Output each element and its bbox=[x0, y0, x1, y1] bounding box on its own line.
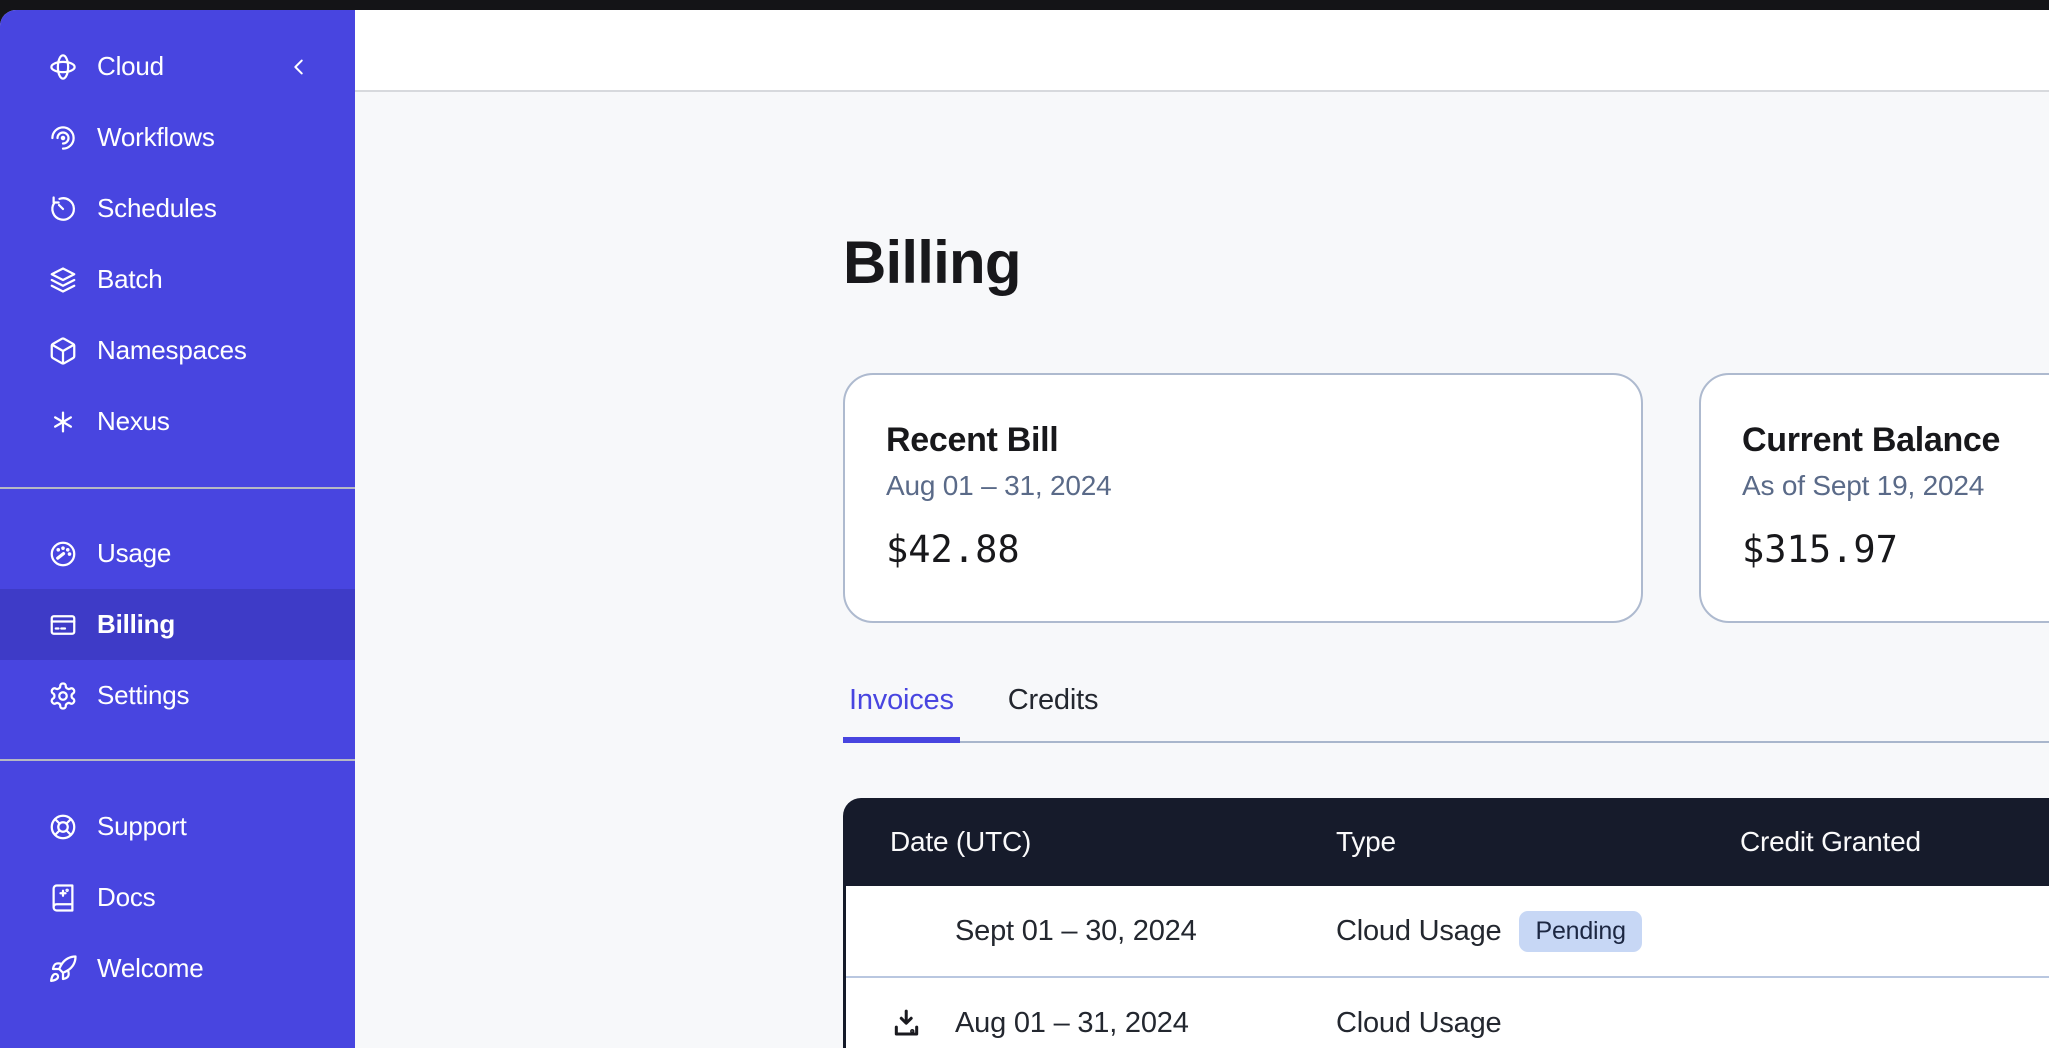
column-header-type: Type bbox=[1336, 826, 1740, 858]
sidebar-item-label: Schedules bbox=[97, 193, 217, 224]
download-slot bbox=[890, 1007, 955, 1040]
sidebar-item-schedules[interactable]: Schedules bbox=[0, 173, 355, 244]
card-subtitle: Aug 01 – 31, 2024 bbox=[886, 470, 1600, 502]
sidebar-item-welcome[interactable]: Welcome bbox=[0, 933, 355, 1004]
sidebar-item-label: Support bbox=[97, 811, 187, 842]
docs-icon bbox=[48, 883, 78, 913]
nexus-icon bbox=[48, 407, 78, 437]
tab-invoices[interactable]: Invoices bbox=[843, 686, 960, 743]
billing-tabs: Invoices Credits bbox=[843, 686, 2049, 743]
sidebar-divider bbox=[0, 759, 355, 761]
billing-content: Billing Recent Bill Aug 01 – 31, 2024 $4… bbox=[355, 92, 2049, 1048]
welcome-icon bbox=[48, 954, 78, 984]
sidebar-item-namespaces[interactable]: Namespaces bbox=[0, 315, 355, 386]
sidebar-item-label: Settings bbox=[97, 680, 189, 711]
table-row: Aug 01 – 31, 2024 Cloud Usage bbox=[846, 978, 2049, 1048]
card-subtitle: As of Sept 19, 2024 bbox=[1742, 470, 2049, 502]
main-area: Billing Recent Bill Aug 01 – 31, 2024 $4… bbox=[355, 10, 2049, 1048]
sidebar-item-workflows[interactable]: Workflows bbox=[0, 102, 355, 173]
current-balance-card: Current Balance As of Sept 19, 2024 $315… bbox=[1699, 373, 2049, 623]
settings-icon bbox=[48, 681, 78, 711]
top-header-bar bbox=[355, 10, 2049, 92]
invoice-type-cell: Cloud Usage Pending bbox=[1336, 911, 1740, 952]
sidebar-item-label: Workflows bbox=[97, 122, 215, 153]
sidebar-item-label: Batch bbox=[97, 264, 163, 295]
invoice-date: Aug 01 – 31, 2024 bbox=[955, 1007, 1189, 1040]
workflows-icon bbox=[48, 123, 78, 153]
sidebar: Cloud Workflows bbox=[0, 10, 355, 1048]
billing-icon bbox=[48, 610, 78, 640]
sidebar-item-label: Docs bbox=[97, 882, 155, 913]
batch-icon bbox=[48, 265, 78, 295]
table-row: Sept 01 – 30, 2024 Cloud Usage Pending bbox=[846, 886, 2049, 978]
sidebar-item-nexus[interactable]: Nexus bbox=[0, 386, 355, 457]
card-title: Current Balance bbox=[1742, 421, 2049, 460]
download-invoice-icon[interactable] bbox=[890, 1007, 923, 1040]
card-amount: $315.97 bbox=[1742, 528, 2049, 571]
sidebar-item-support[interactable]: Support bbox=[0, 791, 355, 862]
recent-bill-card: Recent Bill Aug 01 – 31, 2024 $42.88 bbox=[843, 373, 1643, 623]
column-header-date: Date (UTC) bbox=[843, 826, 1336, 858]
page-title: Billing bbox=[843, 228, 2049, 297]
sidebar-item-label: Namespaces bbox=[97, 335, 247, 366]
tab-credits[interactable]: Credits bbox=[1002, 686, 1104, 743]
invoice-type: Cloud Usage bbox=[1336, 915, 1501, 948]
sidebar-item-label: Welcome bbox=[97, 953, 204, 984]
schedules-icon bbox=[48, 194, 78, 224]
usage-icon bbox=[48, 539, 78, 569]
column-header-credit-granted: Credit Granted bbox=[1740, 826, 2049, 858]
sidebar-item-docs[interactable]: Docs bbox=[0, 862, 355, 933]
sidebar-item-batch[interactable]: Batch bbox=[0, 244, 355, 315]
card-title: Recent Bill bbox=[886, 421, 1600, 460]
sidebar-item-label: Billing bbox=[97, 609, 175, 640]
sidebar-collapse-button[interactable] bbox=[286, 54, 312, 80]
summary-cards-row: Recent Bill Aug 01 – 31, 2024 $42.88 Cur… bbox=[843, 373, 2049, 623]
sidebar-item-cloud[interactable]: Cloud bbox=[0, 31, 355, 102]
invoices-table: Date (UTC) Type Credit Granted Sept 01 –… bbox=[843, 798, 2049, 1048]
sidebar-item-label: Cloud bbox=[97, 51, 164, 82]
card-amount: $42.88 bbox=[886, 528, 1600, 571]
invoice-type: Cloud Usage bbox=[1336, 1007, 1501, 1040]
cloud-logo-icon bbox=[48, 52, 78, 82]
namespaces-icon bbox=[48, 336, 78, 366]
app-window: Cloud Workflows bbox=[0, 10, 2049, 1048]
table-header-row: Date (UTC) Type Credit Granted bbox=[843, 798, 2049, 886]
sidebar-item-billing[interactable]: Billing bbox=[0, 589, 355, 660]
sidebar-item-label: Usage bbox=[97, 538, 171, 569]
invoice-date-cell: Sept 01 – 30, 2024 bbox=[846, 915, 1336, 948]
sidebar-item-usage[interactable]: Usage bbox=[0, 518, 355, 589]
support-icon bbox=[48, 812, 78, 842]
sidebar-item-label: Nexus bbox=[97, 406, 170, 437]
table-body: Sept 01 – 30, 2024 Cloud Usage Pending bbox=[843, 886, 2049, 1048]
sidebar-item-settings[interactable]: Settings bbox=[0, 660, 355, 731]
invoice-date: Sept 01 – 30, 2024 bbox=[955, 915, 1197, 948]
chevron-left-icon bbox=[288, 56, 310, 78]
invoice-type-cell: Cloud Usage bbox=[1336, 1007, 1740, 1040]
status-badge: Pending bbox=[1519, 911, 1641, 952]
invoice-date-cell: Aug 01 – 31, 2024 bbox=[846, 1007, 1336, 1040]
sidebar-divider bbox=[0, 487, 355, 489]
